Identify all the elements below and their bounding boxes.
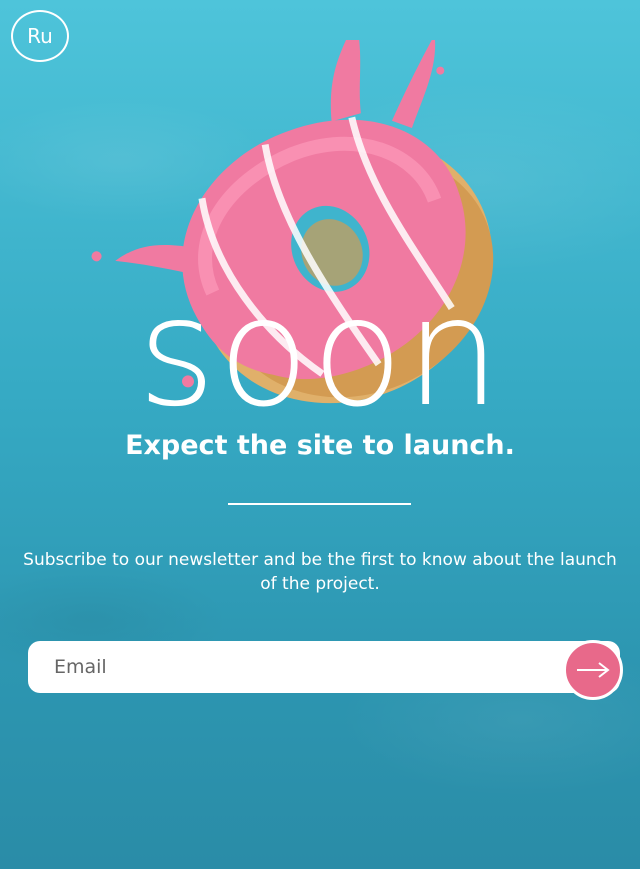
email-field-container bbox=[28, 641, 620, 693]
hero-headline: soon bbox=[137, 266, 503, 440]
language-label: Ru bbox=[27, 24, 53, 48]
newsletter-description: Subscribe to our newsletter and be the f… bbox=[23, 550, 617, 594]
email-input[interactable] bbox=[28, 641, 548, 693]
language-switch-button[interactable]: Ru bbox=[11, 10, 69, 62]
subscribe-submit-button[interactable] bbox=[563, 640, 623, 700]
hero-tagline: Expect the site to launch. bbox=[125, 430, 515, 461]
arrow-right-icon bbox=[577, 662, 610, 678]
divider bbox=[228, 503, 411, 505]
